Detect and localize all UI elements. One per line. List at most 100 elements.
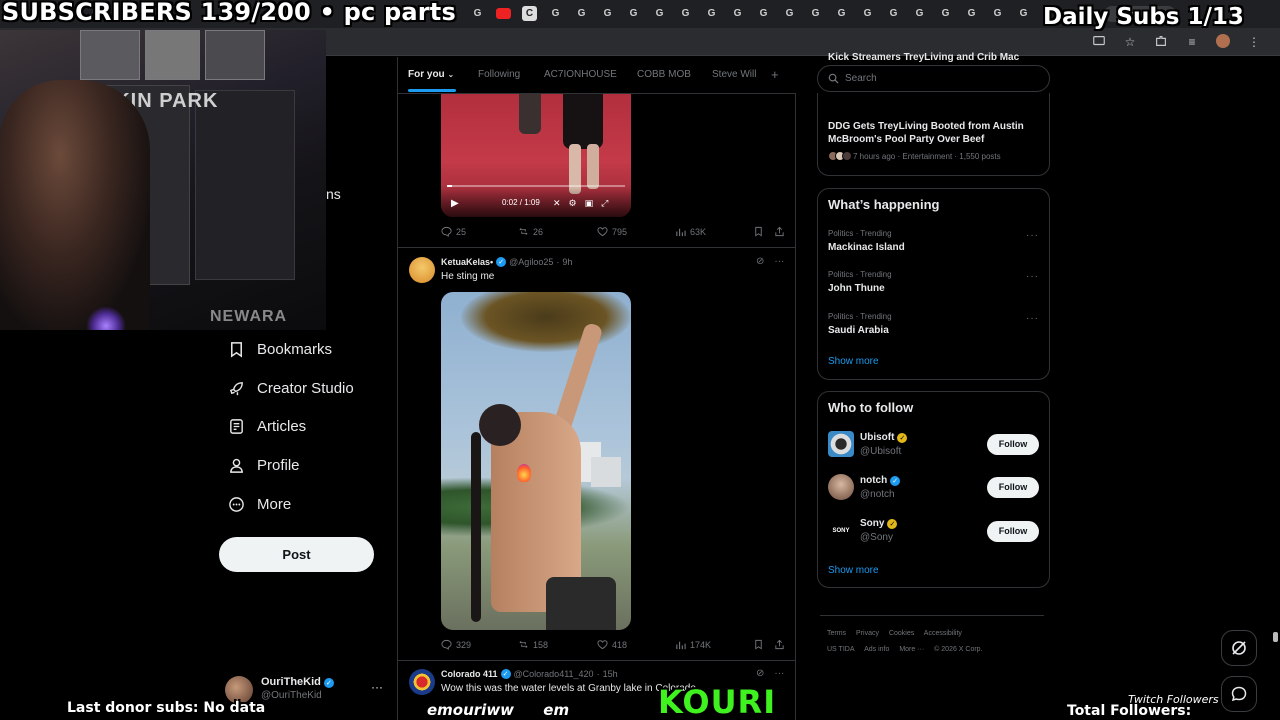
- tab-list-steve-will[interactable]: Steve Will: [712, 69, 756, 80]
- more-dots-icon[interactable]: ···: [1026, 230, 1039, 241]
- tab-list-ac7ionhouse[interactable]: AC7IONHOUSE: [544, 69, 617, 80]
- trend-name[interactable]: Mackinac Island: [828, 242, 905, 253]
- suggestion-name[interactable]: notch ✓: [860, 475, 901, 486]
- tab-favicon-google-icon[interactable]: G: [964, 6, 979, 21]
- grok-icon[interactable]: ⊘: [756, 668, 764, 679]
- show-more-follow-link[interactable]: Show more: [828, 565, 879, 576]
- tab-favicon-google-icon[interactable]: G: [860, 6, 875, 21]
- tab-favicon-google-icon[interactable]: G: [808, 6, 823, 21]
- install-app-icon[interactable]: [1091, 34, 1107, 50]
- tab-list-cobb-mob[interactable]: COBB MOB: [637, 69, 691, 80]
- bookmark-star-icon[interactable]: ☆: [1122, 34, 1138, 50]
- views-button[interactable]: 63K: [675, 226, 706, 237]
- more-dots-icon[interactable]: ···: [1026, 271, 1039, 282]
- tab-favicon-google-icon[interactable]: G: [756, 6, 771, 21]
- nav-articles[interactable]: Articles: [227, 414, 306, 438]
- fullscreen-icon[interactable]: ⤢: [601, 198, 608, 209]
- like-button[interactable]: 795: [597, 226, 627, 237]
- settings-gear-icon[interactable]: ⚙: [569, 198, 577, 209]
- nav-creator-studio[interactable]: Creator Studio: [227, 376, 354, 400]
- tweet-video[interactable]: [441, 292, 631, 630]
- tab-favicon-google-icon[interactable]: G: [834, 6, 849, 21]
- sony-logo-icon[interactable]: SONY: [828, 518, 854, 544]
- tab-favicon-google-icon[interactable]: G: [470, 6, 485, 21]
- avatar[interactable]: [409, 257, 435, 283]
- tab-favicon-google-icon[interactable]: G: [782, 6, 797, 21]
- grok-icon[interactable]: ⊘: [756, 256, 764, 267]
- more-dots-icon[interactable]: ···: [1026, 313, 1039, 324]
- extensions-icon[interactable]: [1153, 34, 1169, 50]
- follow-button[interactable]: Follow: [987, 477, 1039, 498]
- avatar[interactable]: [409, 669, 435, 695]
- scrollbar-thumb[interactable]: [1273, 632, 1278, 642]
- nav-more[interactable]: More: [227, 492, 291, 516]
- follow-button[interactable]: Follow: [987, 521, 1039, 542]
- footer-link[interactable]: Cookies: [889, 630, 914, 637]
- reply-button[interactable]: 329: [441, 639, 471, 650]
- footer-link[interactable]: Ads info: [864, 646, 889, 653]
- tab-following[interactable]: Following: [478, 69, 520, 80]
- nav-profile[interactable]: Profile: [227, 453, 300, 477]
- trend-name[interactable]: Saudi Arabia: [828, 325, 889, 336]
- tab-favicon-google-icon[interactable]: G: [1016, 6, 1031, 21]
- add-tab-plus-icon[interactable]: +: [771, 67, 779, 82]
- browser-menu-icon[interactable]: ⋮: [1246, 34, 1262, 50]
- tab-for-you[interactable]: For you ⌄: [408, 69, 454, 80]
- tab-favicon-google-icon[interactable]: G: [626, 6, 641, 21]
- more-dots-icon[interactable]: ···: [774, 668, 784, 679]
- news-headline[interactable]: DDG Gets TreyLiving Booted from Austin M…: [828, 120, 1038, 146]
- tab-favicon-google-icon[interactable]: G: [938, 6, 953, 21]
- footer-link[interactable]: Privacy: [856, 630, 879, 637]
- search-input[interactable]: Search: [817, 65, 1050, 92]
- tab-favicon-youtube-icon[interactable]: [496, 8, 511, 19]
- trend-name[interactable]: John Thune: [828, 283, 885, 294]
- mute-icon[interactable]: ✕: [553, 198, 561, 209]
- footer-link[interactable]: US TIDA: [827, 646, 855, 653]
- tab-favicon-site-icon[interactable]: C: [522, 6, 537, 21]
- tweet-time[interactable]: 15h: [603, 669, 618, 679]
- repost-button[interactable]: 158: [518, 639, 548, 650]
- avatar[interactable]: [828, 431, 854, 457]
- tab-favicon-google-icon[interactable]: G: [886, 6, 901, 21]
- tab-favicon-google-icon[interactable]: G: [990, 6, 1005, 21]
- news-headline-cut[interactable]: Kick Streamers TreyLiving and Crib Mac: [828, 52, 1019, 63]
- tweet-author-name[interactable]: KetuaKelas•: [441, 257, 493, 267]
- follow-button[interactable]: Follow: [987, 434, 1039, 455]
- suggestion-name[interactable]: Ubisoft ✓: [860, 432, 908, 443]
- post-button[interactable]: Post: [219, 537, 374, 572]
- footer-link[interactable]: Terms: [827, 630, 846, 637]
- tab-favicon-google-icon[interactable]: G: [652, 6, 667, 21]
- show-more-trends-link[interactable]: Show more: [828, 356, 879, 367]
- reply-button[interactable]: 25: [441, 226, 466, 237]
- nav-bookmarks[interactable]: Bookmarks: [227, 337, 332, 361]
- bookmark-button[interactable]: [753, 639, 764, 650]
- suggestion-name[interactable]: Sony ✓: [860, 518, 898, 529]
- reading-list-icon[interactable]: ≡: [1184, 34, 1200, 50]
- bookmark-button[interactable]: [753, 226, 764, 237]
- play-icon[interactable]: ▶: [451, 198, 459, 209]
- pip-icon[interactable]: ▣: [585, 198, 594, 209]
- tweet-author-name[interactable]: Colorado 411: [441, 669, 498, 679]
- tab-favicon-google-icon[interactable]: G: [704, 6, 719, 21]
- tweet-author-handle[interactable]: @Agiloo25: [509, 257, 553, 267]
- tab-favicon-google-icon[interactable]: G: [600, 6, 615, 21]
- grok-button[interactable]: [1221, 630, 1257, 666]
- like-button[interactable]: 418: [597, 639, 627, 650]
- tweet-author-handle[interactable]: @Colorado411_420: [514, 669, 594, 679]
- share-button[interactable]: [774, 639, 785, 650]
- avatar[interactable]: [828, 474, 854, 500]
- tab-favicon-google-icon[interactable]: G: [678, 6, 693, 21]
- profile-avatar-icon[interactable]: [1215, 34, 1231, 50]
- tab-favicon-google-icon[interactable]: G: [912, 6, 927, 21]
- more-dots-icon[interactable]: ···: [371, 680, 383, 694]
- footer-link[interactable]: More ···: [899, 646, 924, 653]
- views-button[interactable]: 174K: [675, 639, 711, 650]
- tweet-video[interactable]: ▶ 0:02 / 1:09 ✕ ⚙ ▣ ⤢: [441, 94, 631, 217]
- tab-favicon-google-icon[interactable]: G: [574, 6, 589, 21]
- tweet-time[interactable]: 9h: [562, 257, 572, 267]
- repost-button[interactable]: 26: [518, 226, 543, 237]
- tab-favicon-google-icon[interactable]: G: [548, 6, 563, 21]
- tab-favicon-google-icon[interactable]: G: [730, 6, 745, 21]
- share-button[interactable]: [774, 226, 785, 237]
- footer-link[interactable]: Accessibility: [924, 630, 962, 637]
